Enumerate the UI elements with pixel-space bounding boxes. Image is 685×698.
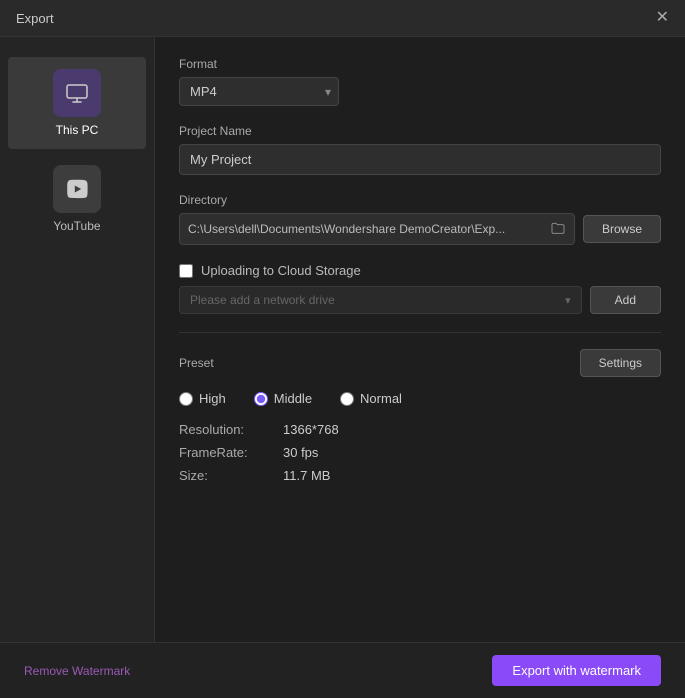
radio-normal[interactable] bbox=[340, 392, 354, 406]
window-title: Export bbox=[16, 11, 54, 26]
size-value: 11.7 MB bbox=[283, 468, 661, 483]
info-table: Resolution: 1366*768 FrameRate: 30 fps S… bbox=[179, 422, 661, 483]
youtube-icon bbox=[53, 165, 101, 213]
radio-item-normal: Normal bbox=[340, 391, 402, 406]
remove-watermark-button[interactable]: Remove Watermark bbox=[24, 664, 130, 678]
directory-label: Directory bbox=[179, 193, 661, 207]
resolution-value: 1366*768 bbox=[283, 422, 661, 437]
this-pc-icon bbox=[53, 69, 101, 117]
project-name-group: Project Name bbox=[179, 124, 661, 175]
directory-path: C:\Users\dell\Documents\Wondershare Demo… bbox=[188, 222, 544, 236]
cloud-input-wrap: Please add a network drive ▾ bbox=[179, 286, 582, 314]
project-name-label: Project Name bbox=[179, 124, 661, 138]
settings-button[interactable]: Settings bbox=[580, 349, 661, 377]
sidebar-item-youtube-label: YouTube bbox=[53, 219, 100, 233]
radio-item-high: High bbox=[179, 391, 226, 406]
format-select-wrap: MP4 AVI MOV WMV bbox=[179, 77, 339, 106]
sidebar-item-this-pc-label: This PC bbox=[56, 123, 99, 137]
format-group: Format MP4 AVI MOV WMV bbox=[179, 57, 661, 106]
folder-icon-button[interactable] bbox=[550, 220, 566, 238]
radio-normal-label[interactable]: Normal bbox=[360, 391, 402, 406]
radio-item-middle: Middle bbox=[254, 391, 312, 406]
directory-row: C:\Users\dell\Documents\Wondershare Demo… bbox=[179, 213, 661, 245]
sidebar: This PC YouTube bbox=[0, 37, 155, 642]
size-key: Size: bbox=[179, 468, 279, 483]
cloud-input-row: Please add a network drive ▾ Add bbox=[179, 286, 661, 314]
sidebar-item-this-pc[interactable]: This PC bbox=[8, 57, 146, 149]
cloud-placeholder: Please add a network drive bbox=[190, 293, 561, 307]
framerate-value: 30 fps bbox=[283, 445, 661, 460]
close-button[interactable]: ✕ bbox=[656, 10, 669, 26]
resolution-key: Resolution: bbox=[179, 422, 279, 437]
radio-group: High Middle Normal bbox=[179, 391, 661, 406]
cloud-checkbox-row: Uploading to Cloud Storage bbox=[179, 263, 661, 278]
radio-high-label[interactable]: High bbox=[199, 391, 226, 406]
browse-button[interactable]: Browse bbox=[583, 215, 661, 243]
radio-high[interactable] bbox=[179, 392, 193, 406]
cloud-checkbox[interactable] bbox=[179, 264, 193, 278]
footer: Remove Watermark Export with watermark bbox=[0, 642, 685, 698]
cloud-dropdown-arrow: ▾ bbox=[565, 294, 571, 307]
framerate-key: FrameRate: bbox=[179, 445, 279, 460]
radio-middle-label[interactable]: Middle bbox=[274, 391, 312, 406]
directory-group: Directory C:\Users\dell\Documents\Wonder… bbox=[179, 193, 661, 245]
main-container: This PC YouTube Format MP4 AVI MOV WMV bbox=[0, 37, 685, 642]
content-area: Format MP4 AVI MOV WMV Project Name Dire… bbox=[155, 37, 685, 642]
export-button[interactable]: Export with watermark bbox=[492, 655, 661, 686]
cloud-checkbox-label[interactable]: Uploading to Cloud Storage bbox=[201, 263, 361, 278]
directory-input-wrap: C:\Users\dell\Documents\Wondershare Demo… bbox=[179, 213, 575, 245]
preset-label: Preset bbox=[179, 356, 214, 370]
format-select[interactable]: MP4 AVI MOV WMV bbox=[179, 77, 339, 106]
cloud-storage-group: Uploading to Cloud Storage Please add a … bbox=[179, 263, 661, 314]
sidebar-item-youtube[interactable]: YouTube bbox=[8, 153, 146, 245]
preset-row: Preset Settings bbox=[179, 349, 661, 377]
add-button[interactable]: Add bbox=[590, 286, 661, 314]
project-name-input[interactable] bbox=[179, 144, 661, 175]
format-label: Format bbox=[179, 57, 661, 71]
radio-middle[interactable] bbox=[254, 392, 268, 406]
title-bar: Export ✕ bbox=[0, 0, 685, 37]
divider bbox=[179, 332, 661, 333]
